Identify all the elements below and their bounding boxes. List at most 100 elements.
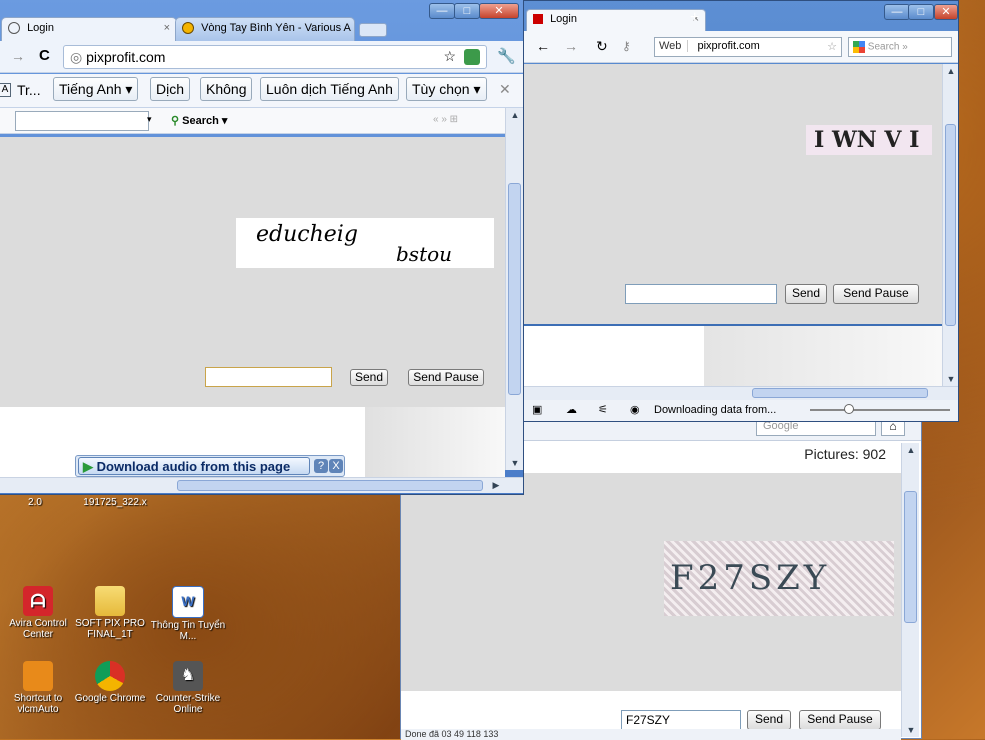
maximize-icon[interactable]: □ (908, 4, 934, 20)
toolbar-search-input[interactable] (15, 111, 149, 131)
chrome-content: educheig bstou Send Send Pause (0, 137, 505, 407)
desktop-icon-soft-pix[interactable]: SOFT PIX PRO FINAL_1T (72, 586, 148, 640)
avira-icon: ᗩ (23, 586, 53, 616)
h-scroll-thumb[interactable] (177, 480, 483, 491)
bookmark-star-icon[interactable]: ☆ (827, 40, 837, 53)
vertical-scrollbar[interactable]: ▲ ▼ (942, 64, 958, 386)
wrench-icon[interactable]: 🔧 (497, 47, 516, 65)
captcha-area: F27SZY (401, 473, 901, 691)
horizontal-scrollbar[interactable] (522, 386, 958, 400)
desktop-partial-label: 191725_322.x (83, 497, 147, 508)
vertical-scrollbar[interactable]: ▲ ▼ (505, 108, 523, 470)
tab-label: Login (27, 22, 54, 34)
options-button[interactable]: Tùy chọn ▾ (406, 77, 487, 101)
captcha-text-2: bstou (396, 242, 453, 266)
download-audio-label: Download audio from this page (96, 459, 291, 474)
scroll-thumb[interactable] (904, 491, 917, 623)
chrome-icon (95, 661, 125, 691)
forward-icon[interactable]: → (11, 48, 25, 64)
counter-strike-icon: ♞ (173, 661, 203, 691)
new-tab-icon[interactable]: + (690, 9, 699, 27)
chrome-tab-music[interactable]: Vòng Tay Bình Yên - Various A (175, 17, 355, 41)
status-bar: Done đã 03 49 118 133 (401, 729, 901, 740)
translate-close-icon[interactable]: ✕ (499, 81, 511, 98)
extension-icon[interactable] (464, 49, 480, 65)
scroll-thumb[interactable] (508, 183, 521, 395)
music-favicon-icon (182, 22, 194, 35)
scroll-up-icon[interactable]: ▲ (943, 66, 959, 76)
toolbar-nav-icons[interactable]: « » ⊞ (433, 114, 458, 125)
firefox-navbar: ← → ↻ ⚷ Web pixprofit.com ☆ Search » (522, 31, 958, 63)
send-button[interactable]: Send (747, 710, 791, 730)
captcha-image: I WN V I (806, 125, 932, 155)
volume-slider[interactable] (810, 409, 950, 411)
close-icon[interactable]: ✕ (479, 3, 519, 19)
toolbar-search-button[interactable]: ⚲ Search ▾ (171, 114, 227, 127)
minimize-icon[interactable]: — (429, 3, 455, 19)
scroll-down-icon[interactable]: ▼ (943, 374, 959, 384)
captcha-input[interactable] (625, 284, 777, 304)
tab-label: Vòng Tay Bình Yên - Various A (201, 22, 351, 34)
scroll-down-icon[interactable]: ▼ (902, 725, 920, 735)
address-bar[interactable]: ◎ pixprofit.com ☆ (63, 45, 487, 69)
address-bar[interactable]: Web pixprofit.com ☆ (654, 37, 842, 57)
scroll-up-icon[interactable]: ▲ (902, 445, 920, 455)
captcha-input[interactable]: F27SZY (621, 710, 741, 730)
desktop-icon-vlcm[interactable]: Shortcut to vlcmAuto (0, 661, 76, 715)
desktop-icon-avira[interactable]: ᗩ Avira Control Center (0, 586, 76, 640)
search-box[interactable]: Search » (848, 37, 952, 57)
pictures-count: Pictures: 902 (804, 446, 886, 462)
send-pause-button[interactable]: Send Pause (408, 369, 484, 386)
search-placeholder: Search » (867, 41, 908, 53)
new-tab-icon[interactable] (359, 23, 387, 37)
search-engine-icon[interactable] (853, 41, 865, 53)
chrome-window: Login × Vòng Tay Bình Yên - Various A — … (0, 0, 524, 495)
language-select[interactable]: Tiếng Anh ▾ (53, 77, 139, 101)
scroll-thumb[interactable] (945, 124, 956, 326)
captcha-input[interactable] (205, 367, 332, 387)
send-pause-button[interactable]: Send Pause (833, 284, 919, 304)
reload-icon[interactable]: ↻ (596, 38, 608, 55)
camera-icon[interactable]: ◉ (630, 400, 640, 420)
minimize-icon[interactable]: — (884, 4, 910, 20)
desktop-icon-label: Avira Control Center (9, 618, 67, 640)
send-pause-button[interactable]: Send Pause (799, 710, 881, 730)
help-icon[interactable]: ? (314, 459, 328, 473)
no-button[interactable]: Không (200, 77, 253, 101)
desktop-icon-word-doc[interactable]: W Thông Tin Tuyển M... (150, 586, 226, 642)
close-icon[interactable]: ✕ (934, 4, 958, 20)
firefox-status-bar: ▣ ☁ ⚟ ◉ Downloading data from... (522, 400, 958, 421)
forward-icon[interactable]: → (564, 38, 578, 54)
firefox-tab[interactable]: Login × (526, 9, 706, 31)
scroll-up-icon[interactable]: ▲ (506, 110, 524, 120)
chrome-tab-login[interactable]: Login × (1, 17, 177, 41)
vertical-scrollbar[interactable]: ▲ ▼ (901, 443, 919, 737)
desktop-icon-label: Thông Tin Tuyển M... (150, 620, 226, 642)
maximize-icon[interactable]: □ (454, 3, 480, 19)
scroll-down-icon[interactable]: ▼ (506, 458, 524, 468)
scroll-right-icon[interactable]: ▶ (489, 480, 503, 491)
h-scroll-thumb[interactable] (752, 388, 928, 398)
desktop-icon-chrome[interactable]: Google Chrome (72, 661, 148, 704)
cloud-icon[interactable]: ☁ (566, 400, 577, 420)
desktop-icon-counter-strike[interactable]: ♞ Counter-Strike Online (150, 661, 226, 715)
send-button[interactable]: Send (350, 369, 388, 386)
download-audio-button[interactable]: ▶ Download audio from this page (78, 457, 310, 475)
always-translate-button[interactable]: Luôn dịch Tiếng Anh (260, 77, 399, 101)
addon-icon[interactable]: ▣ (532, 400, 542, 420)
captcha-text-1: educheig (256, 222, 358, 247)
reload-icon[interactable]: C (39, 47, 50, 64)
bookmark-star-icon[interactable]: ☆ (443, 48, 456, 65)
volume-knob[interactable] (844, 404, 854, 414)
key-icon: ⚷ (622, 39, 631, 53)
audio-bar-close-icon[interactable]: X (329, 459, 343, 473)
tab-close-icon[interactable]: × (164, 22, 170, 34)
word-doc-icon: W (172, 586, 204, 618)
horizontal-scrollbar[interactable]: ▶ (0, 477, 523, 493)
share-icon[interactable]: ⚟ (598, 400, 608, 420)
captcha-image: F27SZY (664, 541, 894, 616)
send-button[interactable]: Send (785, 284, 827, 304)
translate-button[interactable]: Dịch (150, 77, 191, 101)
back-icon[interactable]: ← (536, 38, 550, 54)
search-dropdown-icon[interactable]: ▾ (147, 114, 152, 125)
